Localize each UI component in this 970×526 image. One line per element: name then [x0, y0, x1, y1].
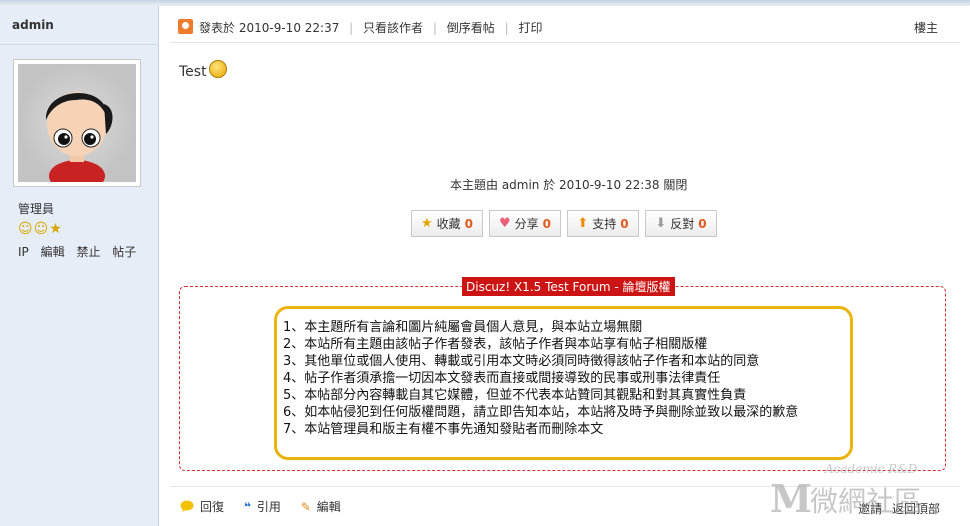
smiley-emoticon-icon — [208, 60, 227, 78]
thread-closed-note: 本主題由 admin 於 2010-9-10 22:38 關閉 — [450, 178, 688, 192]
ban-link[interactable]: 禁止 — [76, 245, 100, 259]
user-sidebar: admin 管理員 ☺☺★ IP 編輯 禁止 帖子 — [0, 6, 159, 526]
post-meta: 發表於 2010-9-10 22:37 | 只看該作者 | 倒序看帖 | 打印 — [199, 19, 543, 36]
arrow-down-icon: ⬇ — [655, 216, 667, 231]
heart-icon: ♥ — [498, 216, 511, 231]
watermark-mark-icon: M — [770, 476, 813, 521]
edit-button[interactable]: ✎ 編輯 — [301, 500, 341, 514]
post-text: Test — [179, 64, 207, 80]
user-posts-link[interactable]: 帖子 — [112, 245, 136, 259]
share-button[interactable]: ♥ 分享 0 — [489, 210, 561, 237]
cartoon-avatar-icon — [45, 92, 113, 182]
arrow-up-icon: ⬆ — [577, 216, 589, 231]
user-role: 管理員 — [18, 202, 55, 216]
list-item: 5、本帖部分內容轉載自其它媒體，但並不代表本站贊同其觀點和對其真實性負責 — [283, 388, 747, 403]
quote-button[interactable]: ❝ 引用 — [244, 500, 285, 514]
copyright-title: Discuz! X1.5 Test Forum - 論壇版權 — [462, 277, 675, 296]
divider: | — [349, 21, 354, 35]
star-icon: ★ — [49, 221, 63, 237]
support-button[interactable]: ⬆ 支持 0 — [567, 210, 639, 237]
only-author-link[interactable]: 只看該作者 — [363, 21, 423, 35]
reverse-order-link[interactable]: 倒序看帖 — [447, 21, 495, 35]
favorite-count: 0 — [464, 216, 474, 231]
copyright-list: 1、本主題所有言論和圖片純屬會員個人意見，與本站立場無關 2、本站所有主題由該帖… — [283, 319, 798, 438]
list-item: 2、本站所有主題由該帖子作者發表，該帖子作者與本站享有帖子相關版權 — [283, 337, 708, 352]
list-item: 6、如本帖侵犯到任何版權問題，請立即告知本站，本站將及時予與刪除並致以最深的歉意 — [283, 405, 799, 420]
quote-label: 引用 — [256, 500, 281, 514]
favorite-button[interactable]: ★ 收藏 0 — [411, 210, 483, 237]
user-action-links: IP 編輯 禁止 帖子 — [18, 243, 144, 260]
avatar[interactable] — [13, 59, 141, 187]
support-label: 支持 — [592, 217, 617, 231]
online-user-icon — [178, 19, 193, 34]
avatar-image — [18, 64, 136, 182]
oppose-button[interactable]: ⬇ 反對 0 — [645, 210, 717, 237]
watermark-logo: M Academic R&D 微網社區 — [770, 462, 965, 522]
rank-icons: ☺☺★ — [18, 221, 63, 237]
list-item: 3、其他單位或個人使用、轉載或引用本文時必須同時徵得該帖子作者和本站的同意 — [283, 354, 760, 369]
sidebar-divider — [0, 44, 158, 45]
favorite-label: 收藏 — [436, 217, 461, 231]
pencil-icon: ✎ — [300, 500, 311, 514]
posted-label: 發表於 — [199, 21, 236, 35]
print-link[interactable]: 打印 — [518, 21, 542, 35]
oppose-count: 0 — [698, 216, 707, 231]
post-action-buttons: ★ 收藏 0 ♥ 分享 0 ⬆ 支持 0 ⬇ 反對 0 — [411, 210, 761, 238]
reply-button[interactable]: 回復 — [180, 500, 228, 514]
post-header: 發表於 2010-9-10 22:37 | 只看該作者 | 倒序看帖 | 打印 … — [178, 12, 948, 36]
smile-icon: ☺ — [18, 221, 34, 237]
reply-bubble-icon — [180, 500, 194, 512]
share-label: 分享 — [514, 217, 539, 231]
divider: | — [432, 21, 437, 35]
star-icon: ★ — [420, 216, 433, 231]
edit-user-link[interactable]: 編輯 — [41, 245, 65, 259]
support-count: 0 — [620, 216, 629, 231]
ip-link[interactable]: IP — [18, 245, 29, 259]
smile-icon: ☺ — [33, 221, 50, 237]
quote-icon: ❝ — [243, 500, 251, 514]
post-footer-actions: 回復 ❝ 引用 ✎ 編輯 — [180, 498, 357, 515]
watermark-text-zh: 微網社區 — [810, 485, 923, 518]
copyright-notice: 1、本主題所有言論和圖片純屬會員個人意見，與本站立場無關 2、本站所有主題由該帖… — [274, 306, 853, 460]
oppose-label: 反對 — [670, 217, 695, 231]
share-count: 0 — [542, 216, 552, 231]
list-item: 7、本站管理員和版主有權不事先通知發貼者而刪除本文 — [283, 422, 604, 437]
username[interactable]: admin — [12, 18, 54, 32]
header-divider — [170, 42, 960, 43]
list-item: 4、帖子作者須承擔一切因本文發表而直接或間接導致的民事或刑事法律責任 — [283, 371, 721, 386]
list-item: 1、本主題所有言論和圖片純屬會員個人意見，與本站立場無關 — [283, 320, 643, 335]
floor-label[interactable]: 樓主 — [914, 19, 938, 36]
post-datetime: 2010-9-10 22:37 — [238, 21, 340, 35]
divider: | — [504, 21, 509, 35]
post-body: Test — [179, 60, 227, 80]
reply-label: 回復 — [200, 500, 225, 514]
edit-label: 編輯 — [316, 500, 341, 514]
watermark-text-en: Academic R&D — [825, 462, 918, 476]
